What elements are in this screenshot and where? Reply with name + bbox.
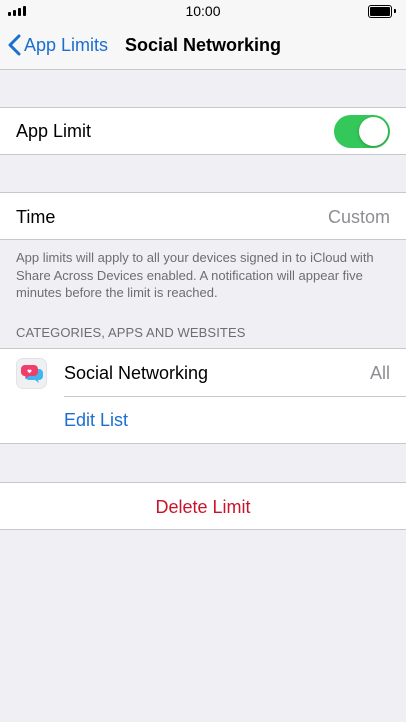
chevron-left-icon [8, 34, 21, 56]
category-value: All [369, 363, 390, 383]
time-label: Time [16, 207, 56, 227]
navigation-bar: App Limits Social Networking [0, 22, 406, 70]
speech-bubbles-icon [20, 365, 43, 383]
status-bar: 10:00 [0, 0, 406, 22]
categories-group: Social Networking All Edit List [0, 348, 406, 444]
status-time: 10:00 [185, 3, 221, 19]
battery-tip [394, 9, 396, 13]
app-limit-footnote: App limits will apply to all your device… [16, 250, 374, 300]
app-limit-group: App Limit [0, 107, 406, 155]
time-group: Time Custom [0, 192, 406, 240]
categories-section-header: CATEGORIES, APPS AND WEBSITES [16, 325, 246, 340]
time-value[interactable]: Custom [328, 207, 390, 228]
battery-icon [368, 5, 392, 18]
delete-limit-button[interactable]: Delete Limit [0, 497, 406, 518]
category-row: Social Networking All [0, 349, 406, 397]
app-limit-toggle[interactable] [334, 115, 390, 148]
page-title: Social Networking [125, 35, 282, 55]
toggle-knob [359, 117, 388, 146]
back-button[interactable]: App Limits [8, 34, 108, 56]
social-networking-icon [16, 358, 47, 389]
app-limit-label: App Limit [16, 121, 92, 141]
delete-group: Delete Limit [0, 482, 406, 530]
row-divider [64, 396, 406, 397]
category-name: Social Networking [64, 363, 209, 383]
edit-list-button[interactable]: Edit List [64, 410, 128, 431]
back-button-label: App Limits [24, 34, 109, 55]
